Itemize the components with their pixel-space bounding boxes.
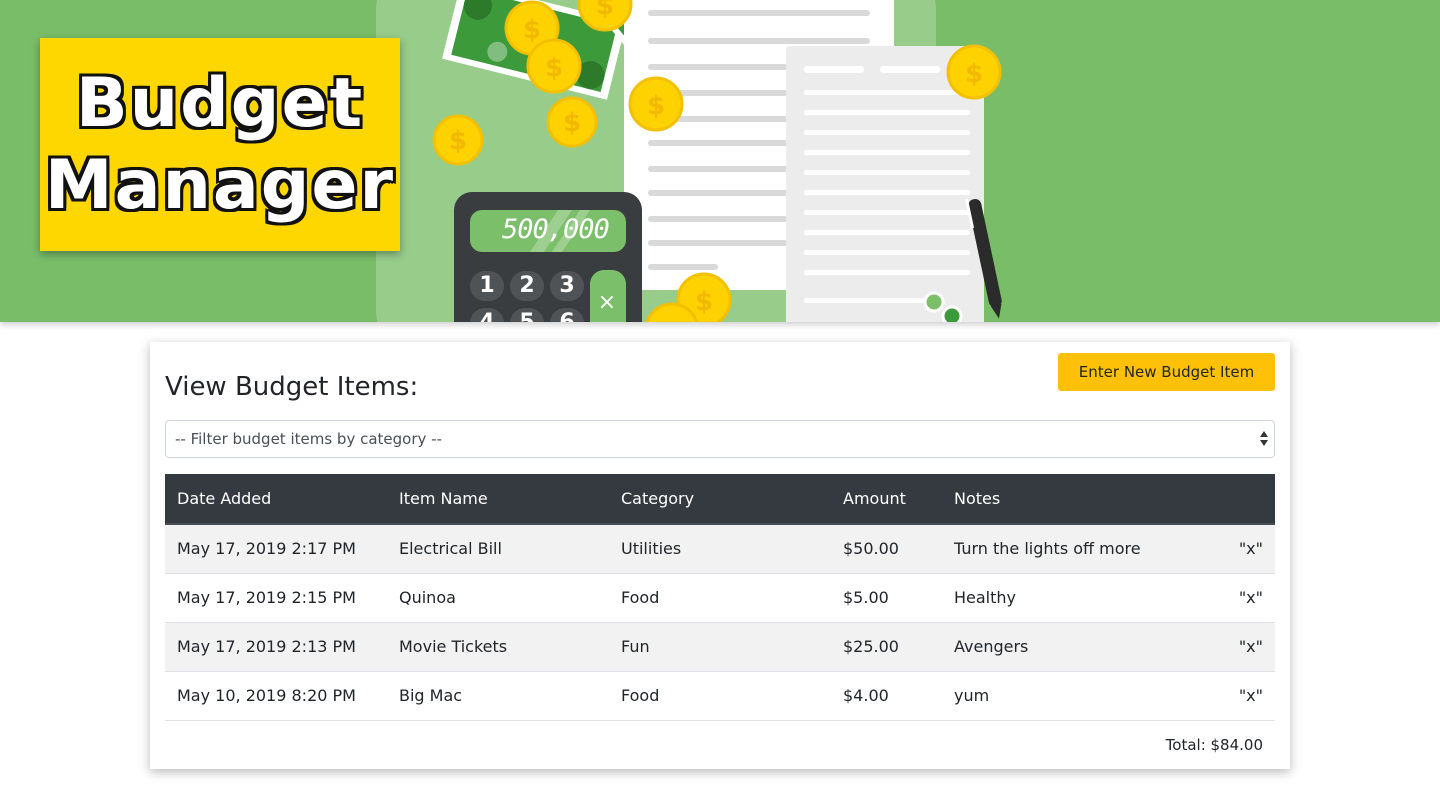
table-row: May 17, 2019 2:17 PM Electrical Bill Uti… [165,523,1275,573]
cell-category: Food [609,670,831,720]
cell-amount: $4.00 [831,670,942,720]
header-notes: Notes [942,474,1213,525]
delete-item-button[interactable]: "x" [1212,523,1275,573]
total-amount: Total: $84.00 [165,719,1275,769]
cell-notes: Avengers [942,621,1213,671]
select-arrows-icon [1260,430,1268,448]
coin-dollar-icon: $ [596,0,614,21]
cell-category: Food [609,572,831,622]
delete-item-button[interactable]: "x" [1212,670,1275,720]
coin-dollar-icon: $ [647,91,665,121]
category-filter-placeholder: -- Filter budget items by category -- [175,430,442,448]
cell-category: Utilities [609,523,831,573]
delete-item-button[interactable]: "x" [1212,621,1275,671]
cell-category: Fun [609,621,831,671]
logo-line-2: Manager [44,145,396,225]
table-row: May 17, 2019 2:15 PM Quinoa Food $5.00 H… [165,572,1275,622]
page-title: View Budget Items: [165,372,419,402]
category-filter-select[interactable]: -- Filter budget items by category -- [165,420,1275,458]
calculator-key-1: 1 [470,271,504,301]
coin-dollar-icon: $ [545,53,563,83]
table-header-row: Date Added Item Name Category Amount Not… [165,474,1275,525]
table-total-row: Total: $84.00 [165,719,1275,769]
hero-banner: $ $ $ $ $ $ $ $ 500,000 1 2 3 4 5 6 × Bu… [0,0,1440,322]
table-row: May 10, 2019 8:20 PM Big Mac Food $4.00 … [165,670,1275,720]
coin-dollar-icon: $ [449,126,467,156]
header-amount: Amount [831,474,942,525]
cell-item-name: Movie Tickets [387,621,609,671]
cell-item-name: Quinoa [387,572,609,622]
cell-amount: $25.00 [831,621,942,671]
cell-date: May 17, 2019 2:17 PM [165,523,387,573]
cell-notes: yum [942,670,1213,720]
calculator-key-3: 3 [550,271,584,301]
cell-date: May 17, 2019 2:13 PM [165,621,387,671]
app-logo: Budget Manager [40,38,400,251]
coin-dollar-icon: $ [523,15,541,45]
budget-items-table: Date Added Item Name Category Amount Not… [165,474,1275,769]
coin-dollar-icon: $ [563,108,581,138]
header-date-added: Date Added [165,474,387,525]
calculator-multiply-icon: × [597,290,617,315]
cell-notes: Turn the lights off more [942,523,1213,573]
table-row: May 17, 2019 2:13 PM Movie Tickets Fun $… [165,621,1275,671]
calculator-display: 500,000 [502,214,610,245]
cell-item-name: Electrical Bill [387,523,609,573]
coin-dollar-icon: $ [965,59,983,89]
header-item-name: Item Name [387,474,609,525]
calculator-key-2: 2 [510,271,544,301]
coin-dollar-icon: $ [695,287,713,317]
budget-items-card: View Budget Items: Enter New Budget Item… [150,342,1290,769]
logo-line-1: Budget [75,63,365,143]
header-category: Category [609,474,831,525]
cell-item-name: Big Mac [387,670,609,720]
header-delete [1212,474,1275,525]
cell-amount: $5.00 [831,572,942,622]
cell-date: May 17, 2019 2:15 PM [165,572,387,622]
cell-amount: $50.00 [831,523,942,573]
cell-date: May 10, 2019 8:20 PM [165,670,387,720]
delete-item-button[interactable]: "x" [1212,572,1275,622]
enter-new-budget-item-button[interactable]: Enter New Budget Item [1058,353,1275,391]
cell-notes: Healthy [942,572,1213,622]
